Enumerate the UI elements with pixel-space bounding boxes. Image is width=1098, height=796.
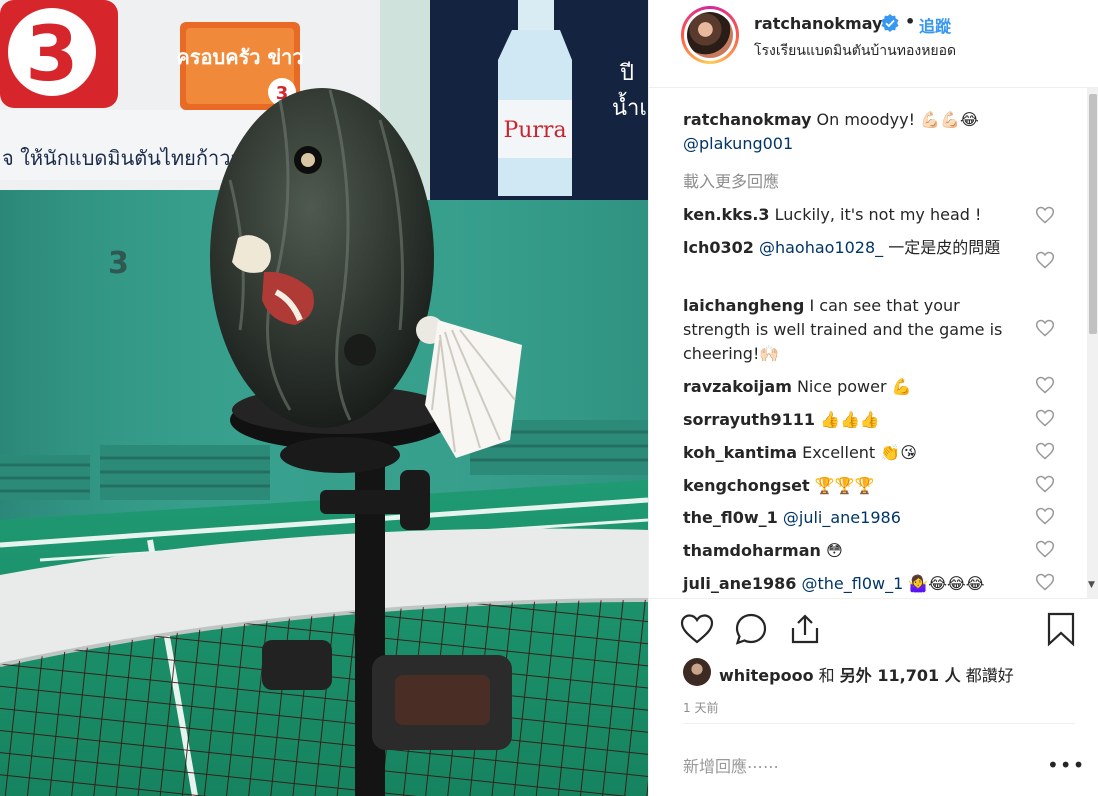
post-panel: ratchanokmay • 追蹤 โรงเรียนแบดมินตันบ้านท… — [648, 0, 1098, 796]
comment-like-heart-icon[interactable] — [1035, 408, 1055, 428]
comment-text: 😳 — [820, 541, 843, 560]
comment-like-heart-icon[interactable] — [1035, 539, 1055, 559]
comment-username[interactable]: ken.kks.3 — [683, 205, 770, 224]
comment-text: Excellent 👏😘 — [797, 443, 917, 462]
comment-like-heart-icon[interactable] — [1035, 318, 1055, 338]
comment-username[interactable]: the_fl0w_1 — [683, 508, 778, 527]
comment-like-heart-icon[interactable] — [1035, 205, 1055, 225]
caption: ratchanokmay On moodyy! 💪🏻💪🏻😂 @plakung00… — [683, 108, 1023, 156]
caption-mention[interactable]: @plakung001 — [683, 134, 793, 153]
svg-text:น้ำเ: น้ำเ — [612, 92, 647, 121]
svg-text:ปี: ปี — [619, 61, 634, 86]
liker-username[interactable]: whitepooo — [719, 666, 814, 685]
comment-item: kengchongset 🏆🏆🏆 — [683, 474, 1023, 498]
likes-summary: whitepooo 和 另外 11,701 人 都讚好 — [683, 658, 1093, 688]
comment-item: juli_ane1986 @the_fl0w_1 🤷‍♀️😂😂😂 — [683, 572, 1023, 596]
post-timestamp[interactable]: 1 天前 — [683, 699, 718, 716]
comment-text: 🏆🏆🏆 — [809, 476, 875, 495]
comment-item: the_fl0w_1 @juli_ane1986 — [683, 506, 1023, 530]
sign-thai-banner: ครอบครัว ข่าว — [176, 45, 303, 69]
post-header: ratchanokmay • 追蹤 โรงเรียนแบดมินตันบ้านท… — [649, 0, 1098, 88]
comment-item: ken.kks.3 Luckily, it's not my head ! — [683, 203, 1023, 227]
scroll-down-arrow-icon[interactable]: ▼ — [1088, 580, 1095, 590]
author-avatar[interactable] — [681, 6, 739, 64]
wall-text: จ ให้นักแบดมินตันไทยก้าวสู่ — [2, 146, 243, 171]
comment-username[interactable]: thamdoharman — [683, 541, 821, 560]
comment-like-heart-icon[interactable] — [1035, 572, 1055, 592]
comment-like-heart-icon[interactable] — [1035, 375, 1055, 395]
author-username[interactable]: ratchanokmay — [754, 14, 882, 33]
comment-item: koh_kantima Excellent 👏😘 — [683, 441, 1023, 465]
bookmark-icon[interactable] — [1043, 611, 1079, 647]
comment-item: thamdoharman 😳 — [683, 539, 1023, 563]
location-link[interactable]: โรงเรียนแบดมินตันบ้านทองหยอด — [754, 40, 956, 62]
comment-text: 一定是皮的問題 — [883, 238, 1001, 257]
comment-text: Luckily, it's not my head ! — [769, 205, 982, 224]
sign-channel-3: 3 — [26, 9, 79, 98]
comment-username[interactable]: laichangheng — [683, 296, 804, 315]
comment-username[interactable]: kengchongset — [683, 476, 810, 495]
comment-text: 🤷‍♀️😂😂😂 — [903, 574, 985, 593]
follow-button[interactable]: 追蹤 — [919, 13, 951, 37]
comment-mention[interactable]: @juli_ane1986 — [778, 508, 901, 527]
photo-scene: 3 ครอบครัว ข่าว 3 จ ให้นักแบดมินตันไทยก้… — [0, 0, 648, 796]
comment-username[interactable]: koh_kantima — [683, 443, 797, 462]
comment-item: lch0302 @haohao1028_ 一定是皮的問題 — [683, 236, 1023, 260]
comment-username[interactable]: sorrayuth9111 — [683, 410, 815, 429]
share-icon[interactable] — [787, 611, 823, 647]
divider — [683, 723, 1075, 724]
bottle-brand: Purra — [503, 118, 566, 143]
more-options-icon[interactable]: ••• — [1047, 753, 1085, 777]
comment-like-heart-icon[interactable] — [1035, 250, 1055, 270]
post-photo[interactable]: 3 ครอบครัว ข่าว 3 จ ให้นักแบดมินตันไทยก้… — [0, 0, 648, 796]
comment-item: sorrayuth9111 👍👍👍 — [683, 408, 1023, 432]
action-bar — [649, 598, 1098, 659]
add-comment-input[interactable] — [683, 752, 1013, 780]
liker-avatar[interactable] — [683, 658, 711, 686]
comment-text: Nice power 💪 — [791, 377, 912, 396]
comments-scrollbar-thumb[interactable] — [1089, 94, 1097, 334]
court-number: 3 — [108, 246, 129, 281]
comment-like-heart-icon[interactable] — [1035, 506, 1055, 526]
likes-middle-text: 和 — [813, 666, 840, 685]
comment-like-heart-icon[interactable] — [1035, 441, 1055, 461]
likes-count[interactable]: 另外 11,701 人 — [840, 666, 961, 685]
comment-item: laichangheng I can see that your strengt… — [683, 294, 1023, 366]
verified-badge-icon — [881, 14, 899, 32]
caption-username[interactable]: ratchanokmay — [683, 110, 811, 129]
comment-mention[interactable]: @the_fl0w_1 — [796, 574, 904, 593]
comment-username[interactable]: juli_ane1986 — [683, 574, 796, 593]
comment-text: 👍👍👍 — [815, 410, 880, 429]
like-heart-icon[interactable] — [679, 611, 715, 647]
comment-item: ravzakoijam Nice power 💪 — [683, 375, 1023, 399]
comment-mention[interactable]: @haohao1028_ — [754, 238, 883, 257]
comment-like-heart-icon[interactable] — [1035, 474, 1055, 494]
comment-username[interactable]: lch0302 — [683, 238, 754, 257]
comment-username[interactable]: ravzakoijam — [683, 377, 792, 396]
likes-suffix-text: 都讚好 — [960, 666, 1014, 685]
comment-bubble-icon[interactable] — [733, 611, 769, 647]
caption-text: On moodyy! 💪🏻💪🏻😂 — [811, 110, 979, 129]
load-more-comments-button[interactable]: 載入更多回應 — [683, 168, 779, 192]
separator-dot: • — [905, 12, 916, 31]
comments-list[interactable]: ratchanokmay On moodyy! 💪🏻💪🏻😂 @plakung00… — [649, 88, 1098, 598]
